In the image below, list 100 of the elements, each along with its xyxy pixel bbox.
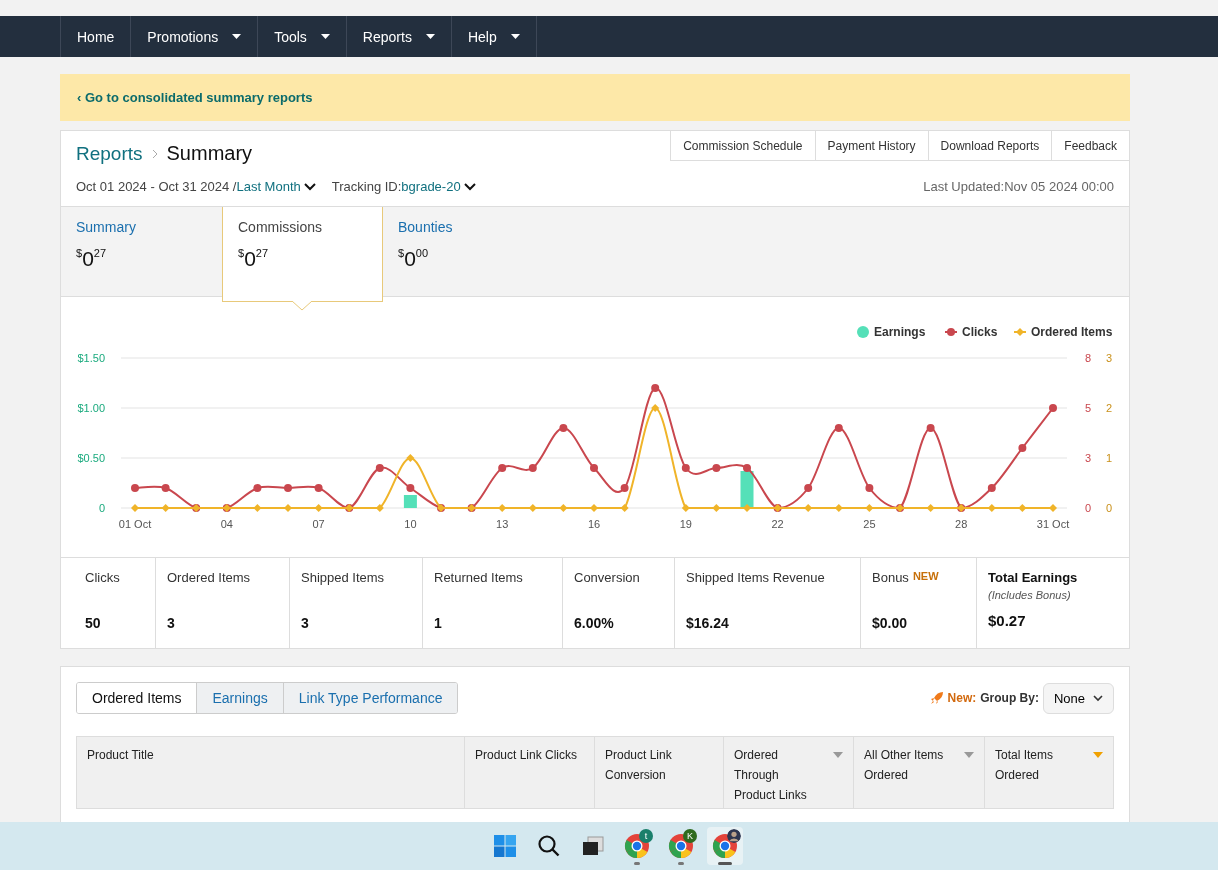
column-header[interactable]: All Other Items Ordered: [854, 737, 985, 809]
axis-label: 19: [679, 518, 692, 530]
point: [253, 484, 262, 492]
legend-label[interactable]: Ordered Items: [1031, 325, 1113, 339]
point: [284, 484, 292, 492]
stat-label: Total Earnings: [988, 570, 1078, 585]
header-link-button[interactable]: Feedback: [1051, 131, 1129, 161]
nav-menu-item[interactable]: Reports: [345, 16, 451, 57]
stat-note: (Includes Bonus): [988, 589, 1072, 601]
stat-value: 1: [434, 615, 442, 631]
point: [498, 464, 507, 472]
chevron-down-icon[interactable]: [303, 182, 316, 191]
legend-marker: [1013, 328, 1027, 336]
point: [559, 424, 568, 432]
summary-tab[interactable]: Bounties $^{$}$0$^{00}$: [383, 207, 544, 296]
nav-menu-item[interactable]: Help: [450, 16, 537, 57]
axis-label: 3: [1084, 452, 1092, 464]
stat-value: $16.24: [686, 615, 729, 631]
point: [834, 424, 843, 432]
period-dropdown[interactable]: Last Month: [236, 179, 316, 194]
date-range: Oct 01 2024 - Oct 31 2024 /: [76, 179, 237, 194]
summary-tab[interactable]: Commissions $^{$}$0$^{27}$: [222, 207, 383, 302]
point: [987, 484, 996, 492]
column-header[interactable]: Product Link Clicks: [465, 737, 595, 809]
axis-label: $1.50: [77, 352, 105, 364]
new-label: New:: [947, 691, 977, 705]
header-link-button[interactable]: Payment History: [814, 131, 928, 161]
breadcrumb-link[interactable]: Reports: [76, 142, 143, 165]
tracking-id-label: Tracking ID:: [331, 179, 402, 194]
point: [1049, 404, 1057, 412]
header-link-button[interactable]: Commission Schedule: [670, 131, 815, 161]
group-by-label: Group By:: [980, 691, 1039, 705]
point: [743, 464, 751, 472]
browser-taskbar-button[interactable]: [707, 827, 743, 865]
point: [712, 464, 721, 472]
profile-badge: K: [683, 829, 697, 843]
axis-label: 28: [955, 518, 968, 530]
column-header[interactable]: Ordered Through Product Links: [724, 737, 854, 809]
legend-label[interactable]: Clicks: [962, 325, 998, 339]
stat-label: Shipped Items Revenue: [686, 570, 825, 585]
group-by-select[interactable]: None: [1042, 682, 1114, 714]
chevron-down-icon[interactable]: [1093, 694, 1103, 702]
axis-label: 04: [220, 518, 233, 530]
axis-label: 0: [98, 502, 105, 514]
browser-taskbar-button[interactable]: K: [663, 827, 699, 865]
axis-label: 3: [1105, 352, 1113, 364]
tracking-id-dropdown[interactable]: bgrade-20: [401, 179, 476, 194]
stat-value: 6.00%: [574, 615, 614, 631]
point: [865, 484, 874, 492]
axis-label: 16: [587, 518, 601, 530]
column-header[interactable]: Product Link Conversion: [595, 737, 724, 809]
stat-value: $0.27: [988, 612, 1026, 629]
nav-menu-item[interactable]: Tools: [257, 16, 346, 57]
stat-label: Bonus: [872, 570, 909, 585]
nav-menu-item[interactable]: Home: [60, 16, 131, 57]
axis-label: $1.00: [77, 402, 105, 414]
axis-label: 22: [771, 518, 784, 530]
axis-label: 8: [1084, 352, 1092, 364]
summary-tab[interactable]: Summary $^{$}$0$^{27}$: [61, 207, 222, 296]
stat-label: Shipped Items: [301, 570, 385, 585]
axis-label: 1: [1105, 452, 1113, 464]
browser-icon: [668, 833, 694, 859]
axis-label: 25: [863, 518, 876, 530]
stat-value: 3: [167, 615, 175, 631]
column-header[interactable]: Total Items Ordered: [985, 737, 1113, 809]
header-link-button[interactable]: Download Reports: [927, 131, 1052, 161]
point: [651, 384, 660, 392]
report-tab[interactable]: Link Type Performance: [282, 683, 458, 713]
stat-value: 3: [301, 615, 309, 631]
profile-badge: t: [639, 829, 653, 843]
axis-label: 10: [404, 518, 417, 530]
axis-label: 13: [496, 518, 509, 530]
last-updated: Last Updated:Nov 05 2024 00:00: [923, 179, 1114, 194]
consolidated-reports-link[interactable]: ‹ Go to consolidated summary reports: [77, 90, 313, 105]
axis-label: 0: [1084, 502, 1092, 514]
legend-marker: [857, 326, 869, 338]
legend-label[interactable]: Earnings: [874, 325, 926, 339]
axis-label: $0.50: [77, 452, 105, 464]
point: [804, 484, 813, 492]
chevron-icon: [151, 148, 158, 159]
stat-value: $0.00: [872, 615, 908, 631]
point: [620, 484, 629, 492]
chevron-down-icon[interactable]: [463, 182, 476, 191]
point: [528, 464, 537, 472]
new-flag-text: NEW: [912, 570, 939, 582]
report-tab[interactable]: Earnings: [196, 683, 283, 713]
axis-label: 07: [312, 518, 325, 530]
bar: [403, 495, 417, 508]
point: [375, 464, 384, 472]
stat-label: Conversion: [574, 570, 640, 585]
nav-menu-item[interactable]: Promotions: [130, 16, 258, 57]
axis-label: 0: [1105, 502, 1113, 514]
stat-label: Ordered Items: [167, 570, 251, 585]
point: [406, 484, 415, 492]
rocket-icon: [929, 691, 944, 705]
browser-taskbar-button[interactable]: t: [619, 827, 655, 865]
column-header[interactable]: Product Title: [77, 737, 465, 809]
tab-pointer: [292, 301, 312, 311]
point: [314, 484, 323, 492]
point: [590, 464, 598, 472]
